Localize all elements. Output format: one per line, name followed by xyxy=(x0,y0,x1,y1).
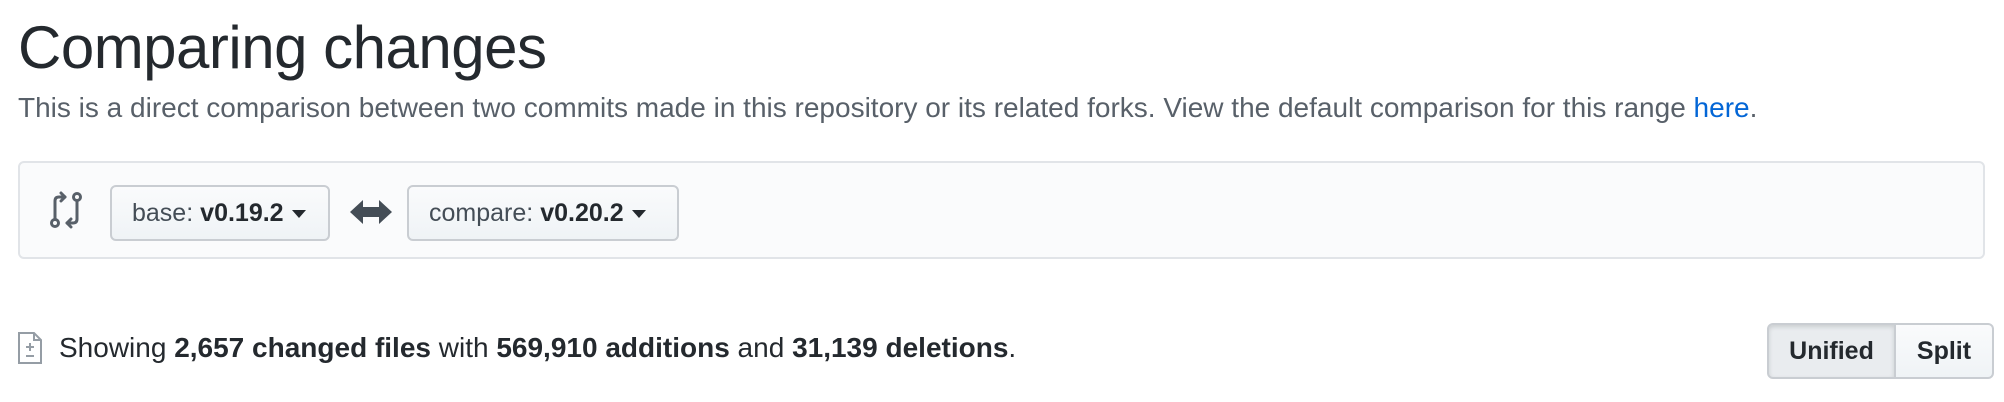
description-end: . xyxy=(1749,92,1758,123)
additions-count: 569,910 additions xyxy=(496,332,730,363)
page-title: Comparing changes xyxy=(18,14,547,81)
compare-ref: v0.20.2 xyxy=(540,198,624,227)
summary-and: and xyxy=(729,332,793,363)
base-branch-select[interactable]: base: v0.19.2 xyxy=(110,185,330,241)
base-ref: v0.19.2 xyxy=(200,198,284,227)
compare-branch-select[interactable]: compare: v0.20.2 xyxy=(407,185,679,241)
caret-down-icon xyxy=(631,210,646,218)
compare-prefix: compare: xyxy=(429,198,534,227)
arrow-both-icon xyxy=(350,200,392,224)
description-text: This is a direct comparison between two … xyxy=(18,92,1694,123)
split-view-button[interactable]: Split xyxy=(1896,323,1994,379)
summary-end: . xyxy=(1008,332,1017,363)
summary-text: Showing 2,657 changed files with 569,910… xyxy=(59,332,1016,364)
diff-view-toggle: Unified Split xyxy=(1767,323,1994,379)
range-editor: base: v0.19.2 compare: v0.20.2 xyxy=(18,161,1985,259)
unified-view-button[interactable]: Unified xyxy=(1767,323,1896,379)
changed-files-count: 2,657 changed files xyxy=(174,332,431,363)
deletions-count: 31,139 deletions xyxy=(792,332,1009,363)
default-comparison-link[interactable]: here xyxy=(1694,92,1750,123)
summary-with: with xyxy=(430,332,497,363)
file-diff-icon xyxy=(18,332,42,364)
diff-summary: Showing 2,657 changed files with 569,910… xyxy=(18,326,1016,370)
git-compare-icon xyxy=(50,191,82,229)
page-description: This is a direct comparison between two … xyxy=(18,88,1757,128)
base-prefix: base: xyxy=(132,198,194,227)
caret-down-icon xyxy=(291,210,306,218)
summary-showing: Showing xyxy=(59,332,175,363)
